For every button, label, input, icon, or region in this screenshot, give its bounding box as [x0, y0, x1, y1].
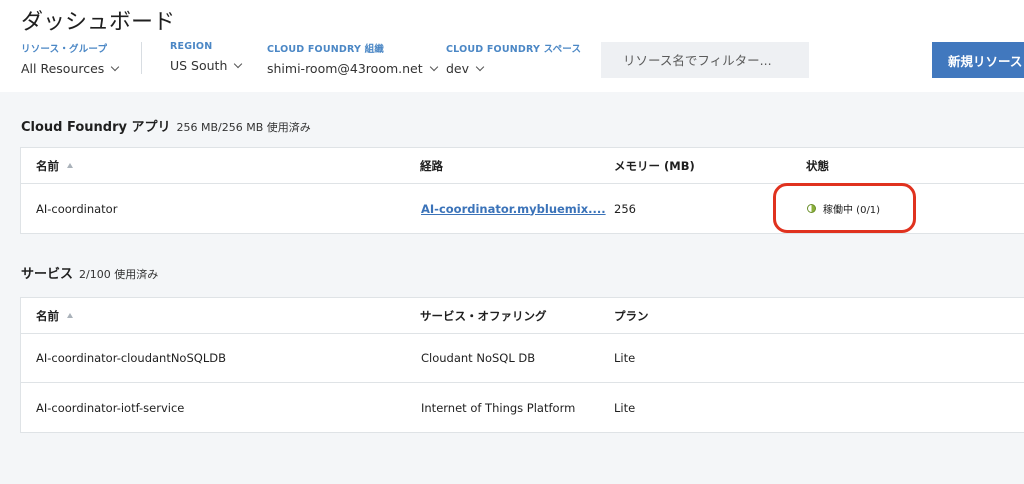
column-header-name[interactable]: 名前	[36, 298, 73, 333]
table-header-row: 名前 経路 メモリー (MB) 状態	[21, 148, 1024, 184]
cf-org-filter[interactable]: CLOUD FOUNDRY 組織 shimi-room@43room.net	[267, 41, 438, 76]
column-header-text: 名前	[36, 158, 59, 173]
filter-value[interactable]: All Resources	[21, 61, 120, 76]
usage-text: 2/100 使用済み	[79, 268, 159, 281]
filter-value-text: dev	[446, 61, 470, 76]
column-header-plan[interactable]: プラン	[614, 298, 649, 333]
service-offering: Internet of Things Platform	[421, 400, 576, 415]
service-offering: Cloudant NoSQL DB	[421, 351, 536, 365]
service-name[interactable]: AI-coordinator-cloudantNoSQLDB	[36, 334, 226, 382]
column-header-memory[interactable]: メモリー (MB)	[614, 148, 695, 183]
new-resource-button[interactable]: 新規リソース	[932, 42, 1024, 78]
region-filter[interactable]: REGION US South	[170, 41, 243, 73]
cf-space-filter[interactable]: CLOUD FOUNDRY スペース dev	[446, 41, 581, 76]
chevron-down-icon	[429, 62, 438, 71]
chevron-down-icon	[111, 62, 120, 71]
service-name[interactable]: AI-coordinator-iotf-service	[36, 383, 184, 432]
column-header-status[interactable]: 状態	[806, 148, 829, 183]
header-bar: ダッシュボード リソース・グループ All Resources REGION U…	[0, 0, 1024, 92]
filter-value[interactable]: shimi-room@43room.net	[267, 61, 438, 76]
app-memory: 256	[614, 201, 636, 216]
filter-label: CLOUD FOUNDRY 組織	[267, 44, 384, 55]
filter-value-text: shimi-room@43room.net	[267, 61, 423, 76]
filter-value-text: All Resources	[21, 61, 105, 76]
column-header-text: 名前	[36, 308, 59, 323]
filter-value[interactable]: dev	[446, 61, 581, 76]
table-row[interactable]: AI-coordinator-cloudantNoSQLDB Cloudant …	[21, 334, 1024, 383]
column-header-name[interactable]: 名前	[36, 148, 73, 183]
filter-value-text: US South	[170, 58, 228, 73]
divider	[141, 42, 142, 74]
highlight-annotation	[773, 183, 916, 233]
page-title: ダッシュボード	[21, 10, 176, 35]
resource-group-filter[interactable]: リソース・グループ All Resources	[21, 41, 120, 76]
table-row[interactable]: AI-coordinator-iotf-service Internet of …	[21, 383, 1024, 432]
section-title-text: サービス	[21, 267, 74, 282]
usage-text: 256 MB/256 MB 使用済み	[176, 121, 311, 134]
filter-label: CLOUD FOUNDRY スペース	[446, 44, 582, 55]
app-route-link[interactable]: AI-coordinator.mybluemix....	[421, 184, 606, 233]
services-table: 名前 サービス・オファリング プラン AI-coordinator-clouda…	[20, 297, 1024, 433]
sort-ascending-icon	[67, 313, 73, 318]
filter-value[interactable]: US South	[170, 58, 243, 73]
chevron-down-icon	[234, 59, 243, 68]
cf-apps-section-title: Cloud Foundry アプリ 256 MB/256 MB 使用済み	[21, 116, 311, 135]
section-title-text: Cloud Foundry アプリ	[21, 120, 171, 135]
resource-search-input[interactable]	[601, 42, 809, 78]
sort-ascending-icon	[67, 163, 73, 168]
chevron-down-icon	[475, 62, 485, 71]
table-header-row: 名前 サービス・オファリング プラン	[21, 298, 1024, 334]
column-header-offering[interactable]: サービス・オファリング	[420, 298, 547, 333]
filter-label: REGION	[170, 41, 213, 52]
filter-label: リソース・グループ	[21, 44, 108, 55]
service-plan: Lite	[614, 351, 636, 365]
app-name[interactable]: AI-coordinator	[36, 184, 117, 233]
service-plan: Lite	[614, 400, 636, 415]
services-section-title: サービス 2/100 使用済み	[21, 263, 158, 282]
column-header-route[interactable]: 経路	[420, 148, 443, 183]
